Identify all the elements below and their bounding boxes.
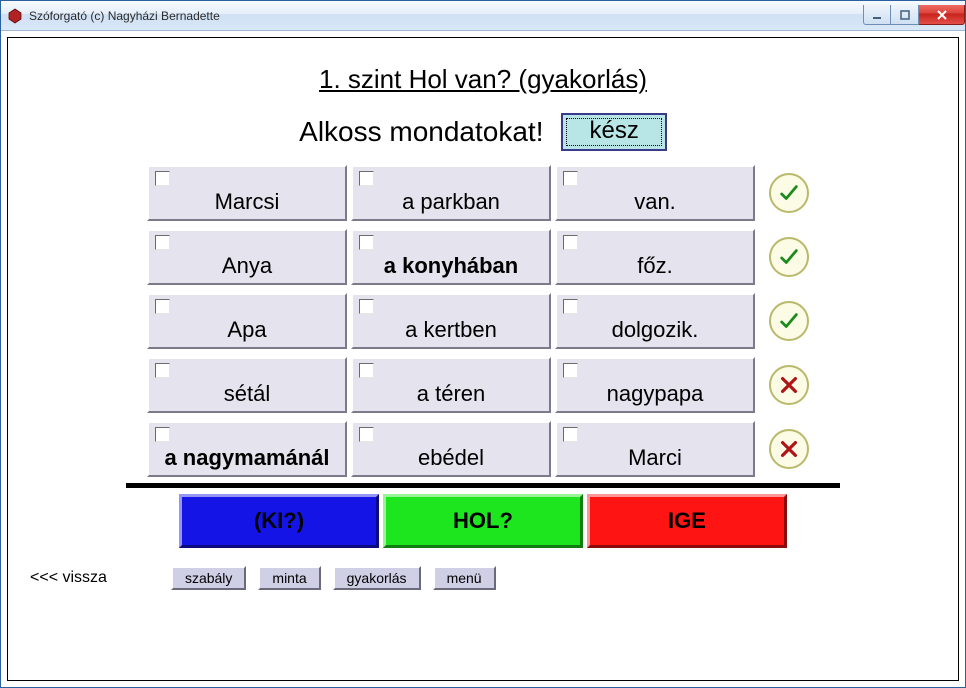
word-cell[interactable]: a parkban (351, 165, 551, 221)
sentence-grid: Marcsi a parkban van. Anya a konyhában főz. Ap… (18, 165, 948, 477)
checkbox[interactable] (359, 427, 374, 442)
checkbox[interactable] (155, 363, 170, 378)
category-row: (KI?)HOL?IGE (18, 494, 948, 548)
word-cell[interactable]: nagypapa (555, 357, 755, 413)
checkbox[interactable] (563, 235, 578, 250)
status-wrong-icon (769, 429, 809, 469)
category-header: (KI?) (179, 494, 379, 548)
checkbox[interactable] (155, 299, 170, 314)
checkbox[interactable] (155, 427, 170, 442)
done-button[interactable]: kész (561, 113, 666, 151)
word-cell[interactable]: Marci (555, 421, 755, 477)
status-correct-icon (769, 301, 809, 341)
category-header: HOL? (383, 494, 583, 548)
nav-button-gyakorlás[interactable]: gyakorlás (333, 566, 421, 590)
word-label: van. (634, 189, 676, 215)
minimize-button[interactable] (863, 5, 891, 25)
word-label: ebédel (418, 445, 484, 471)
bottom-bar: <<< vissza szabály minta gyakorlás menü (18, 566, 948, 590)
divider (126, 483, 840, 488)
word-cell[interactable]: Apa (147, 293, 347, 349)
back-link[interactable]: <<< vissza (30, 569, 107, 587)
nav-button-szabály[interactable]: szabály (171, 566, 246, 590)
instruction-text: Alkoss mondatokat! (299, 116, 543, 148)
checkbox[interactable] (563, 363, 578, 378)
checkbox[interactable] (359, 299, 374, 314)
checkbox[interactable] (563, 171, 578, 186)
word-cell[interactable]: főz. (555, 229, 755, 285)
checkbox[interactable] (359, 363, 374, 378)
word-cell[interactable]: van. (555, 165, 755, 221)
app-icon (7, 8, 23, 24)
word-label: a parkban (402, 189, 500, 215)
word-label: Marcsi (215, 189, 280, 215)
word-cell[interactable]: Anya (147, 229, 347, 285)
checkbox[interactable] (155, 235, 170, 250)
checkbox[interactable] (359, 235, 374, 250)
word-cell[interactable]: a téren (351, 357, 551, 413)
word-cell[interactable]: a kertben (351, 293, 551, 349)
content-frame: 1. szint Hol van? (gyakorlás) Alkoss mon… (7, 37, 959, 681)
nav-button-menü[interactable]: menü (433, 566, 496, 590)
window-controls (863, 5, 965, 25)
word-label: főz. (637, 253, 672, 279)
word-label: dolgozik. (612, 317, 699, 343)
status-wrong-icon (769, 365, 809, 405)
word-label: a nagymamánál (164, 445, 329, 471)
word-cell[interactable]: a konyhában (351, 229, 551, 285)
close-button[interactable] (919, 5, 965, 25)
word-label: Apa (227, 317, 266, 343)
word-label: a kertben (405, 317, 497, 343)
checkbox[interactable] (563, 299, 578, 314)
word-label: sétál (224, 381, 270, 407)
category-header: IGE (587, 494, 787, 548)
app-window: Szóforgató (c) Nagyházi Bernadette 1. sz… (0, 0, 966, 688)
word-label: a téren (417, 381, 486, 407)
checkbox[interactable] (155, 171, 170, 186)
checkbox[interactable] (563, 427, 578, 442)
word-cell[interactable]: ebédel (351, 421, 551, 477)
word-cell[interactable]: dolgozik. (555, 293, 755, 349)
status-correct-icon (769, 173, 809, 213)
maximize-button[interactable] (891, 5, 919, 25)
checkbox[interactable] (359, 171, 374, 186)
word-cell[interactable]: a nagymamánál (147, 421, 347, 477)
word-label: a konyhában (384, 253, 518, 279)
word-label: Marci (628, 445, 682, 471)
window-title: Szóforgató (c) Nagyházi Bernadette (29, 9, 220, 23)
word-cell[interactable]: sétál (147, 357, 347, 413)
titlebar: Szóforgató (c) Nagyházi Bernadette (1, 1, 965, 31)
nav-button-minta[interactable]: minta (258, 566, 320, 590)
status-correct-icon (769, 237, 809, 277)
word-label: nagypapa (607, 381, 704, 407)
page-title: 1. szint Hol van? (gyakorlás) (18, 64, 948, 95)
word-label: Anya (222, 253, 272, 279)
word-cell[interactable]: Marcsi (147, 165, 347, 221)
